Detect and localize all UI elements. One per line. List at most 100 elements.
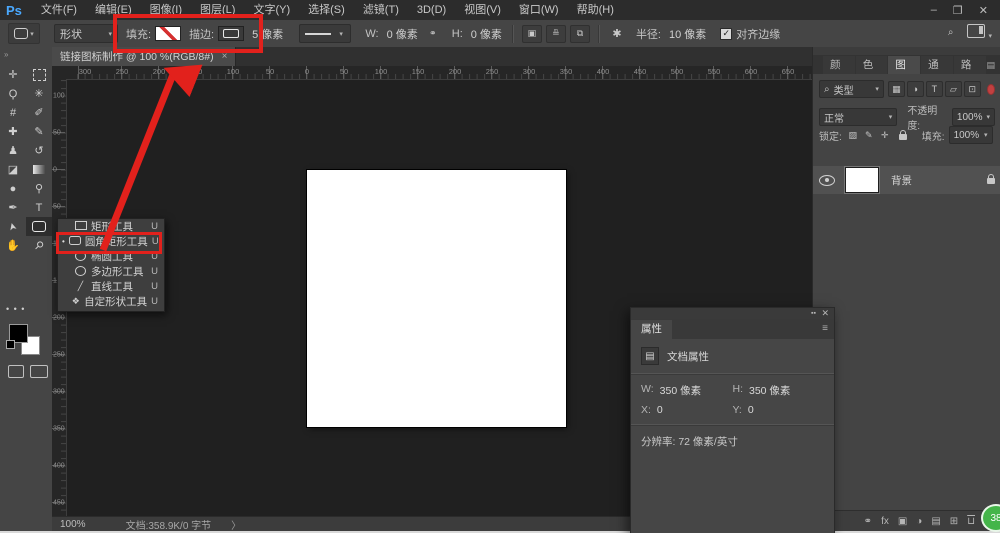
- brush-tool[interactable]: ✎: [26, 122, 52, 141]
- filter-shape-layers-icon[interactable]: ▱: [945, 81, 962, 97]
- layer-name[interactable]: 背景: [891, 173, 912, 188]
- menu-select[interactable]: 选择(S): [299, 4, 354, 16]
- stroke-width-field[interactable]: 5 像素: [252, 26, 283, 42]
- lasso-tool[interactable]: Ϙ: [0, 84, 26, 103]
- healing-brush-tool[interactable]: ✚: [0, 122, 26, 141]
- gradient-tool[interactable]: [26, 160, 52, 179]
- menu-edit[interactable]: 编辑(E): [86, 4, 141, 16]
- properties-title-strip[interactable]: ▪▪ ✕: [631, 308, 834, 319]
- hand-tool[interactable]: ✋: [0, 236, 26, 255]
- tab-swatches[interactable]: 色板: [856, 56, 888, 74]
- move-tool[interactable]: ✛: [0, 65, 26, 84]
- opacity-field[interactable]: 100% ▾: [952, 108, 995, 126]
- filter-adjustment-layers-icon[interactable]: ◑: [907, 81, 924, 97]
- filter-toggle-icon[interactable]: [987, 84, 995, 95]
- search-icon[interactable]: ⌕: [948, 27, 954, 38]
- toolbar-more-button[interactable]: • • •: [6, 304, 25, 314]
- stroke-swatch[interactable]: [218, 26, 244, 41]
- blur-tool[interactable]: ●: [0, 179, 26, 198]
- type-tool[interactable]: T: [26, 198, 52, 217]
- tab-color[interactable]: 颜色: [823, 56, 855, 74]
- close-panel-icon[interactable]: ✕: [821, 308, 829, 319]
- menu-help[interactable]: 帮助(H): [568, 4, 623, 16]
- fill-swatch[interactable]: [155, 26, 181, 41]
- history-brush-tool[interactable]: ↺: [26, 141, 52, 160]
- zoom-level-field[interactable]: 100%: [60, 519, 86, 530]
- flyout-line-tool[interactable]: ╱ 直线工具 U: [58, 279, 164, 294]
- workspace-switcher[interactable]: ▾: [967, 24, 992, 41]
- tool-preset-picker[interactable]: ▾: [8, 23, 40, 44]
- new-layer-icon[interactable]: ⊞: [950, 516, 958, 527]
- layer-row-background[interactable]: 背景: [813, 166, 1000, 194]
- tab-layers[interactable]: 图层: [888, 56, 920, 74]
- layer-group-icon[interactable]: ▤: [931, 516, 940, 527]
- adjustment-layer-icon[interactable]: ◑: [916, 516, 922, 527]
- stroke-style-dropdown[interactable]: ▾: [299, 24, 351, 43]
- menu-file[interactable]: 文件(F): [32, 4, 86, 16]
- toolbar-collapse-button[interactable]: »: [4, 50, 9, 59]
- filter-pixel-layers-icon[interactable]: ▦: [888, 81, 905, 97]
- pen-tool[interactable]: ✒: [0, 198, 26, 217]
- blend-mode-dropdown[interactable]: 正常 ▾: [819, 108, 897, 126]
- tab-paths[interactable]: 路径: [954, 56, 986, 74]
- delete-layer-icon[interactable]: ⊔: [967, 516, 975, 527]
- zoom-tool[interactable]: ⚲: [26, 236, 52, 255]
- lock-all-icon[interactable]: [896, 129, 910, 142]
- menu-filter[interactable]: 滤镜(T): [354, 4, 408, 16]
- clone-stamp-tool[interactable]: ♟: [0, 141, 26, 160]
- dodge-tool[interactable]: ⚲: [26, 179, 52, 198]
- eraser-tool[interactable]: ◪: [0, 160, 26, 179]
- menu-3d[interactable]: 3D(D): [408, 4, 455, 16]
- document-canvas[interactable]: [307, 170, 566, 427]
- tool-mode-dropdown[interactable]: 形状 ▾: [54, 24, 118, 43]
- path-selection-tool[interactable]: ➤: [0, 217, 26, 236]
- radius-field[interactable]: 10 像素: [669, 26, 706, 42]
- layer-thumbnail[interactable]: [845, 167, 879, 193]
- path-arrangement-icon[interactable]: ⧉: [570, 25, 590, 43]
- quick-mask-button[interactable]: [8, 365, 24, 378]
- status-options-arrow-icon[interactable]: 〉: [231, 517, 241, 532]
- flyout-ellipse-tool[interactable]: 椭圆工具 U: [58, 249, 164, 264]
- layer-visibility-eye-icon[interactable]: [819, 175, 835, 186]
- gear-icon[interactable]: ✱: [608, 26, 626, 42]
- width-field[interactable]: 0 像素: [387, 26, 418, 42]
- filter-type-layers-icon[interactable]: T: [926, 81, 943, 97]
- lock-transparency-icon[interactable]: ▨: [846, 129, 860, 142]
- path-operations-icon[interactable]: ▣: [522, 25, 542, 43]
- eyedropper-tool[interactable]: ✐: [26, 103, 52, 122]
- link-dimensions-icon[interactable]: ⚭: [424, 26, 442, 42]
- link-layers-icon[interactable]: ⚭: [864, 516, 872, 527]
- quick-selection-tool[interactable]: ✳: [26, 84, 52, 103]
- menu-type[interactable]: 文字(Y): [244, 4, 299, 16]
- flyout-rounded-rectangle-tool[interactable]: • 圆角矩形工具 U: [58, 234, 164, 249]
- filter-smart-objects-icon[interactable]: ⊡: [964, 81, 981, 97]
- flyout-polygon-tool[interactable]: 多边形工具 U: [58, 264, 164, 279]
- close-document-icon[interactable]: ×: [222, 51, 228, 62]
- layer-styles-icon[interactable]: fx: [881, 516, 889, 527]
- crop-tool[interactable]: #: [0, 103, 26, 122]
- minimize-button[interactable]: –: [931, 4, 937, 16]
- shape-tool[interactable]: [26, 217, 52, 236]
- path-alignment-icon[interactable]: ≞: [546, 25, 566, 43]
- flyout-rectangle-tool[interactable]: 矩形工具 U: [58, 219, 164, 234]
- menu-view[interactable]: 视图(V): [455, 4, 510, 16]
- lock-position-icon[interactable]: ✛: [878, 129, 892, 142]
- layer-filter-dropdown[interactable]: ⌕ 类型 ▾: [819, 80, 884, 98]
- align-edges-checkbox[interactable]: ✓: [720, 28, 732, 40]
- layer-mask-icon[interactable]: ▣: [898, 516, 907, 527]
- collapse-panel-icon[interactable]: ▪▪: [811, 308, 816, 319]
- document-tab[interactable]: 链接图标制作 @ 100 %(RGB/8#) ×: [52, 47, 236, 66]
- panel-menu-icon[interactable]: ≡: [822, 323, 828, 334]
- menu-image[interactable]: 图像(I): [141, 4, 191, 16]
- fill-field[interactable]: 100% ▾: [949, 126, 993, 144]
- tab-properties[interactable]: 属性: [631, 320, 672, 339]
- height-field[interactable]: 0 像素: [471, 26, 502, 42]
- collapse-panels-icon[interactable]: ▤: [986, 56, 995, 74]
- lock-paint-icon[interactable]: ✎: [862, 129, 876, 142]
- menu-window[interactable]: 窗口(W): [510, 4, 568, 16]
- flyout-custom-shape-tool[interactable]: ❖ 自定形状工具 U: [58, 294, 164, 309]
- menu-layer[interactable]: 图层(L): [191, 4, 244, 16]
- restore-button[interactable]: ❐: [953, 4, 963, 17]
- default-colors-icon[interactable]: [6, 340, 15, 349]
- tab-channels[interactable]: 通道: [921, 56, 953, 74]
